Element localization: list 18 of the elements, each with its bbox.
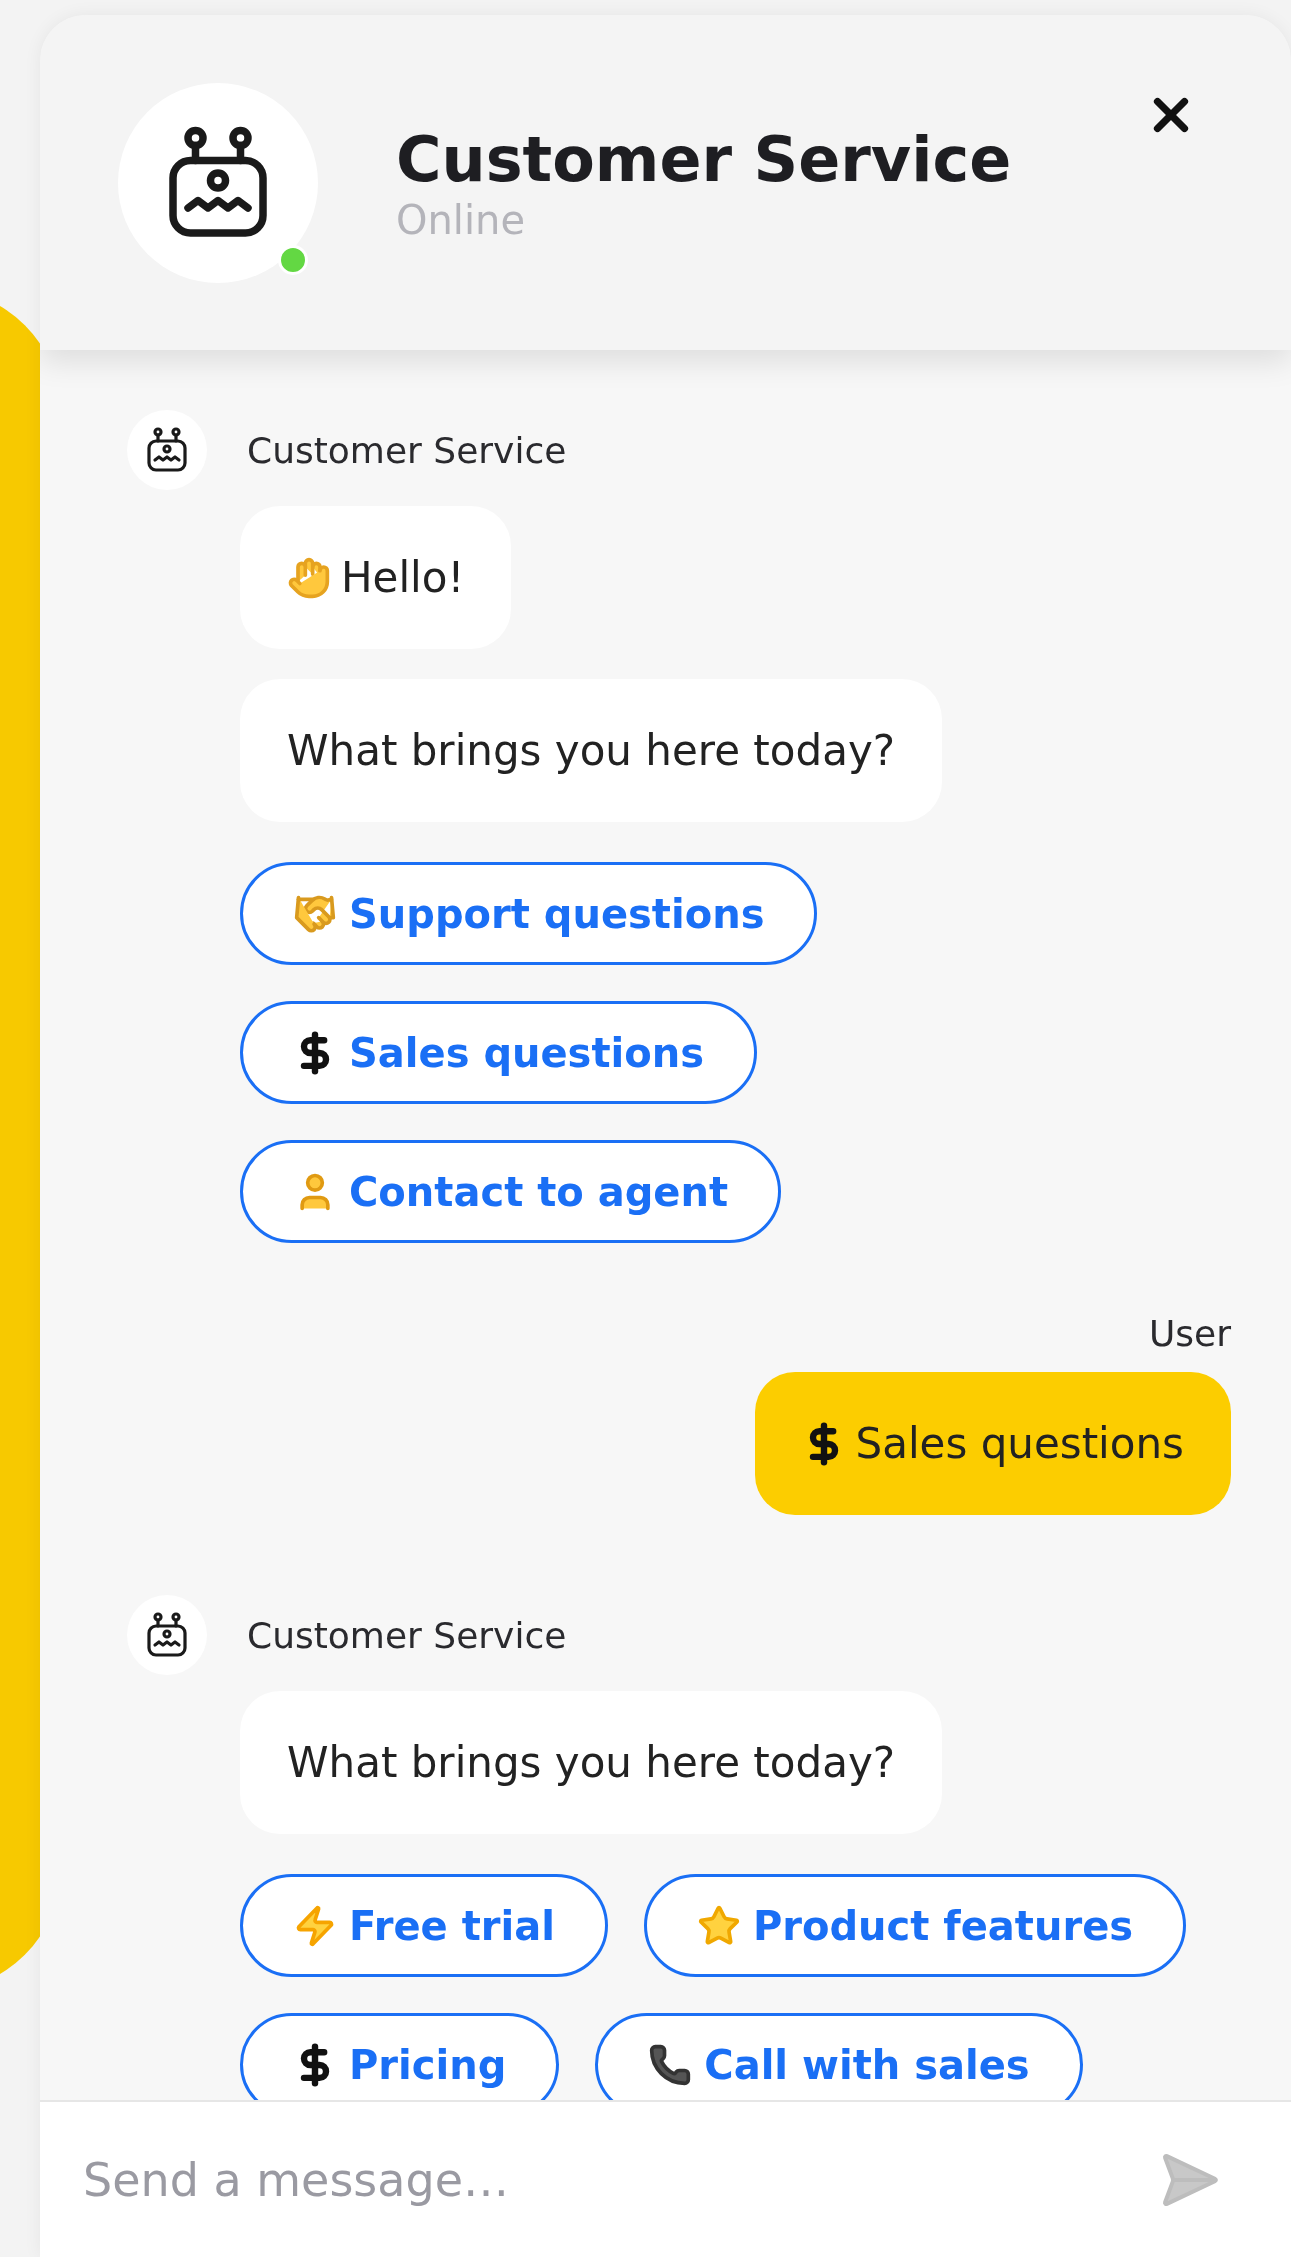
message-bubble: Hello!: [240, 506, 512, 649]
quick-reply-button[interactable]: Pricing: [240, 2013, 560, 2100]
quick-reply-button[interactable]: Call with sales: [595, 2013, 1083, 2100]
phone-icon: [648, 2042, 693, 2087]
quick-reply-button[interactable]: Contact to agent: [240, 1140, 782, 1243]
quick-reply-button[interactable]: Free trial: [240, 1874, 608, 1977]
message-bubble: Sales questions: [754, 1372, 1231, 1515]
status-text: Online: [396, 197, 527, 242]
quick-reply-button[interactable]: Support questions: [240, 862, 818, 965]
message-bubble: What brings you here today?: [240, 1691, 943, 1834]
quick-reply-button[interactable]: Product features: [643, 1874, 1187, 1977]
message-bubble: What brings you here today?: [240, 679, 943, 822]
sender-name: Customer Service: [247, 429, 567, 471]
waving-hand-icon: [287, 555, 331, 600]
quick-reply-button[interactable]: Sales questions: [240, 1001, 758, 1104]
chat-title: Customer Service: [396, 123, 1012, 198]
sender-name: User: [1148, 1313, 1231, 1354]
sender-name: Customer Service: [247, 1614, 567, 1656]
